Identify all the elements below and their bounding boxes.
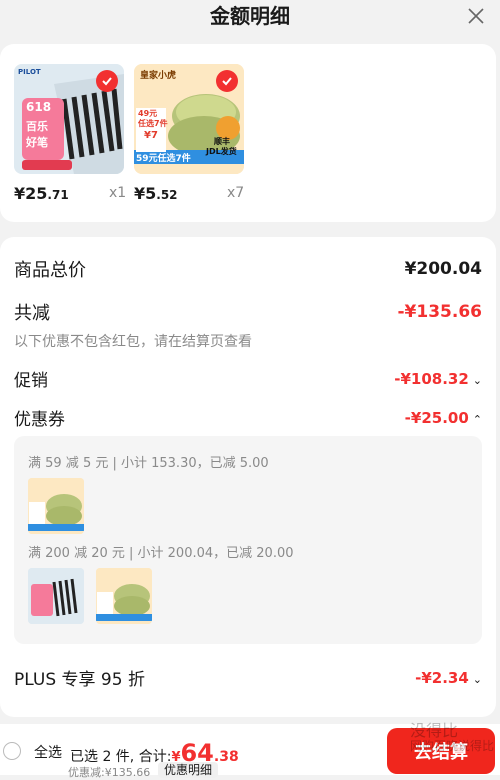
- close-icon[interactable]: [466, 6, 486, 26]
- brand-logo: PILOT: [18, 68, 41, 76]
- plus-discount-row[interactable]: PLUS 专享 95 折 -¥2.34 ⌄: [14, 665, 482, 690]
- promotion-value: -¥108.32: [394, 370, 469, 388]
- promo-text: 59元任选7件: [136, 154, 191, 164]
- chevron-down-icon[interactable]: ⌄: [473, 673, 482, 686]
- coupon-rule: 满 200 减 20 元 | 小计 200.04，已减 20.00: [28, 546, 294, 561]
- price-tag: ¥7: [144, 130, 158, 141]
- coupon-row[interactable]: 优惠券 -¥25.00 ⌃: [14, 405, 482, 430]
- promo-text: 618: [26, 100, 52, 114]
- coupon-label: 优惠券: [14, 410, 65, 430]
- page-title: 金额明细: [210, 4, 290, 28]
- product-price: ¥25.71: [14, 184, 69, 203]
- discount-note: 以下优惠不包含红包，请在结算页查看: [14, 334, 252, 350]
- selected-check-icon[interactable]: [216, 70, 238, 92]
- discount-info: 优惠减:¥135.66: [68, 766, 151, 779]
- coupon-product-thumb: [28, 478, 84, 534]
- price-summary-card: 商品总价 ¥200.04 共减 -¥135.66 以下优惠不包含红包，请在结算页…: [0, 237, 496, 717]
- coupon-value: -¥25.00: [404, 409, 469, 427]
- pen-refill-thumb: [28, 568, 84, 624]
- coupon-product-thumb: [28, 568, 84, 624]
- product-quantity: x7: [227, 185, 245, 201]
- discount-detail-button[interactable]: 优惠明细: [158, 762, 219, 778]
- brand-logo: 皇家小虎: [140, 71, 177, 81]
- product-image-pancake[interactable]: 皇家小虎 49元 任选7件 ¥7 59元任选7件 顺丰 JDL发货: [134, 64, 244, 174]
- total-reduce-value: -¥135.66: [397, 302, 483, 322]
- chevron-up-icon[interactable]: ⌃: [473, 413, 482, 426]
- plus-discount-label: PLUS 专享 95 折: [14, 670, 145, 690]
- total-price-row: 商品总价 ¥200.04: [14, 256, 482, 282]
- pancake-thumb: [96, 568, 152, 624]
- pancake-thumb: [28, 478, 84, 534]
- total-reduce-row: 共减 -¥135.66: [14, 299, 482, 325]
- header: 金额明细: [0, 0, 500, 36]
- products-card: PILOT 618 百乐 好笔 皇家小虎 49元 任选7件 ¥7 59元任选7件…: [0, 44, 496, 222]
- promotion-row[interactable]: 促销 -¥108.32 ⌄: [14, 366, 482, 391]
- selected-check-icon[interactable]: [96, 70, 118, 92]
- plus-discount-value: -¥2.34: [415, 669, 469, 687]
- total-price-value: ¥200.04: [404, 259, 482, 279]
- promo-text: JDL发货: [206, 147, 237, 156]
- watermark: 没得比 网购百晓说得比: [409, 721, 494, 753]
- product-price: ¥5.52: [134, 184, 178, 203]
- promotion-label: 促销: [14, 371, 48, 391]
- coupon-rule: 满 59 减 5 元 | 小计 153.30，已减 5.00: [28, 456, 269, 471]
- product-image-pen-refill[interactable]: PILOT 618 百乐 好笔: [14, 64, 124, 174]
- product-quantity: x1: [109, 185, 127, 201]
- promo-text: 百乐: [26, 120, 48, 133]
- total-reduce-label: 共减: [14, 303, 50, 324]
- select-all-label[interactable]: 全选: [34, 742, 62, 762]
- promo-text: 任选7件: [138, 119, 168, 128]
- chevron-down-icon[interactable]: ⌄: [473, 374, 482, 387]
- total-price-label: 商品总价: [14, 260, 86, 281]
- promo-text: 好笔: [26, 136, 48, 149]
- coupon-product-thumb: [96, 568, 152, 624]
- select-all-radio[interactable]: [3, 742, 21, 760]
- coupon-detail-panel: 满 59 减 5 元 | 小计 153.30，已减 5.00 满 200 减 2…: [14, 436, 482, 644]
